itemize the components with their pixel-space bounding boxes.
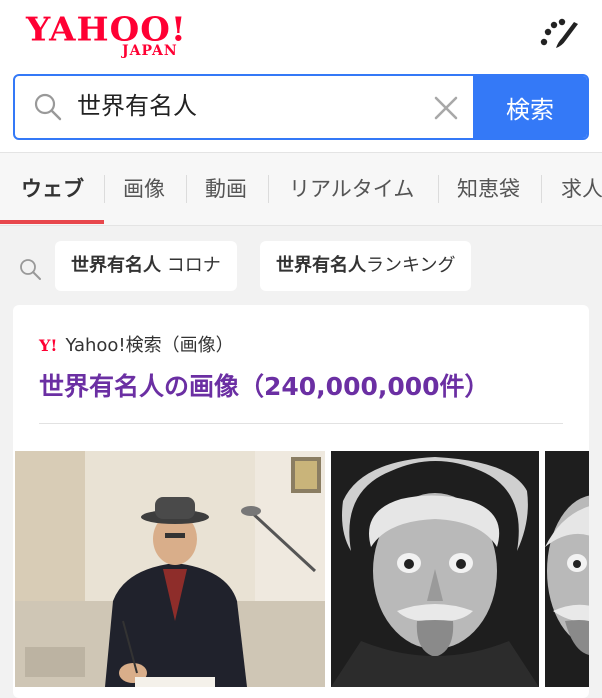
- search-button[interactable]: 検索: [473, 76, 587, 138]
- result-image[interactable]: [15, 451, 325, 687]
- tab-divider: [438, 175, 439, 203]
- suggestion-chip[interactable]: 世界有名人 コロナ: [55, 241, 237, 291]
- tab-jobs[interactable]: 求人: [561, 153, 602, 225]
- search-tabs: ウェブ 画像 動画 リアルタイム 知恵袋 求人: [0, 152, 602, 226]
- card-source-label: Yahoo!検索（画像）: [65, 335, 234, 356]
- tab-web[interactable]: ウェブ: [21, 153, 84, 225]
- active-tab-indicator: [0, 220, 104, 224]
- tab-chiebukuro[interactable]: 知恵袋: [457, 153, 520, 225]
- tab-divider: [186, 175, 187, 203]
- result-image[interactable]: [545, 451, 589, 687]
- tab-divider: [541, 175, 542, 203]
- search-icon: [18, 257, 42, 281]
- suggestion-chip[interactable]: 世界有名人ランキング: [260, 241, 472, 291]
- image-results-card: Y! Yahoo!検索（画像） 世界有名人の画像（240,000,000件）: [13, 305, 589, 698]
- tool-icon[interactable]: [538, 18, 582, 54]
- search-icon: [33, 92, 63, 122]
- search-box: 世界有名人 検索: [13, 74, 589, 140]
- tab-realtime[interactable]: リアルタイム: [289, 153, 414, 225]
- logo-sub-text: JAPAN: [122, 43, 178, 59]
- yahoo-japan-logo[interactable]: YAHOO! JAPAN: [26, 10, 196, 60]
- tab-divider: [268, 175, 269, 203]
- yahoo-small-logo: Y!: [39, 336, 58, 355]
- tab-video[interactable]: 動画: [205, 153, 247, 225]
- card-source: Y! Yahoo!検索（画像）: [39, 331, 234, 357]
- suggestion-rest: コロナ: [161, 255, 221, 276]
- search-input[interactable]: 世界有名人: [77, 86, 197, 126]
- clear-icon[interactable]: [433, 95, 459, 121]
- tab-images[interactable]: 画像: [123, 153, 165, 225]
- tab-divider: [104, 175, 105, 203]
- header: YAHOO! JAPAN 世界有名人 検索: [0, 0, 602, 152]
- suggestion-bold: 世界有名人: [71, 255, 161, 276]
- suggestion-rest: ランキング: [366, 255, 456, 276]
- divider: [39, 423, 563, 424]
- result-image[interactable]: [331, 451, 539, 687]
- suggestion-bold: 世界有名人: [276, 255, 366, 276]
- card-title-link[interactable]: 世界有名人の画像（240,000,000件）: [39, 367, 490, 403]
